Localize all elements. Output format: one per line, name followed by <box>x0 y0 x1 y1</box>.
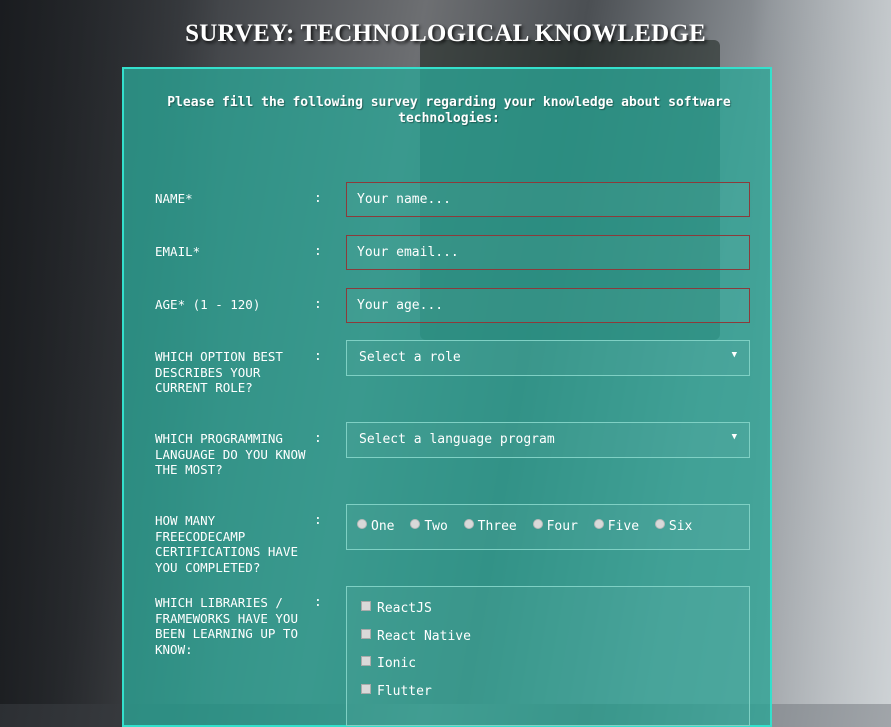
page-title: SURVEY: TECHNOLOGICAL KNOWLEDGE <box>185 20 706 47</box>
certifications-radio-group: One Two Three Four Five Six <box>346 504 750 550</box>
age-label: AGE* (1 - 120) <box>155 297 261 312</box>
language-colon: : <box>314 431 322 446</box>
name-colon: : <box>314 191 322 206</box>
email-placeholder: Your email... <box>357 245 459 260</box>
checkbox-icon[interactable] <box>361 656 371 666</box>
radio-option-five[interactable]: Five <box>593 519 639 534</box>
radio-button-icon[interactable] <box>654 519 665 529</box>
name-placeholder: Your name... <box>357 192 451 207</box>
checkbox-option-ionic[interactable]: Ionic <box>361 656 735 684</box>
radio-button-icon[interactable] <box>463 519 474 529</box>
radio-button-icon[interactable] <box>593 519 604 529</box>
checkbox-option-react-native[interactable]: React Native <box>361 628 735 657</box>
name-label: NAME* <box>155 191 193 206</box>
radio-option-four[interactable]: Four <box>532 519 578 534</box>
email-colon: : <box>314 244 322 259</box>
language-selected-value: Select a language program <box>359 432 555 447</box>
radio-option-one[interactable]: One <box>357 519 394 534</box>
radio-option-two[interactable]: Two <box>410 519 448 534</box>
chevron-down-icon: ▼ <box>731 350 737 360</box>
language-select[interactable]: Select a language program ▼ <box>346 422 750 458</box>
role-selected-value: Select a role <box>359 350 461 365</box>
libraries-colon: : <box>314 595 322 610</box>
radio-option-three[interactable]: Three <box>463 519 517 534</box>
role-colon: : <box>314 349 322 364</box>
survey-form: Please fill the following survey regardi… <box>122 67 772 727</box>
checkbox-icon[interactable] <box>361 628 371 639</box>
radio-option-six[interactable]: Six <box>654 519 692 534</box>
checkbox-option-reactjs[interactable]: ReactJS <box>361 601 735 629</box>
intro-text: Please fill the following survey regardi… <box>167 95 731 126</box>
name-input[interactable]: Your name... <box>346 182 750 217</box>
email-label: EMAIL* <box>155 244 201 259</box>
checkbox-option-flutter[interactable]: Flutter <box>361 683 735 712</box>
role-label: WHICH OPTION BEST DESCRIBES YOUR CURRENT… <box>155 349 283 395</box>
checkbox-icon[interactable] <box>361 601 371 611</box>
checkbox-icon[interactable] <box>361 683 371 694</box>
radio-button-icon[interactable] <box>357 519 367 529</box>
email-input[interactable]: Your email... <box>346 235 750 270</box>
radio-button-icon[interactable] <box>410 519 421 529</box>
role-select[interactable]: Select a role ▼ <box>346 340 750 376</box>
language-label: WHICH PROGRAMMING LANGUAGE DO YOU KNOW T… <box>155 431 306 477</box>
libraries-label: WHICH LIBRARIES / FRAMEWORKS HAVE YOU BE… <box>155 595 298 657</box>
chevron-down-icon: ▼ <box>731 432 737 442</box>
certifications-colon: : <box>314 513 322 528</box>
age-input[interactable]: Your age... <box>346 288 750 323</box>
radio-button-icon[interactable] <box>532 519 543 529</box>
age-placeholder: Your age... <box>357 298 444 313</box>
age-colon: : <box>314 297 322 312</box>
certifications-label: HOW MANY FREECODECAMP CERTIFICATIONS HAV… <box>155 513 298 575</box>
libraries-checkbox-group: ReactJS React Native Ionic Flutter <box>346 586 750 726</box>
